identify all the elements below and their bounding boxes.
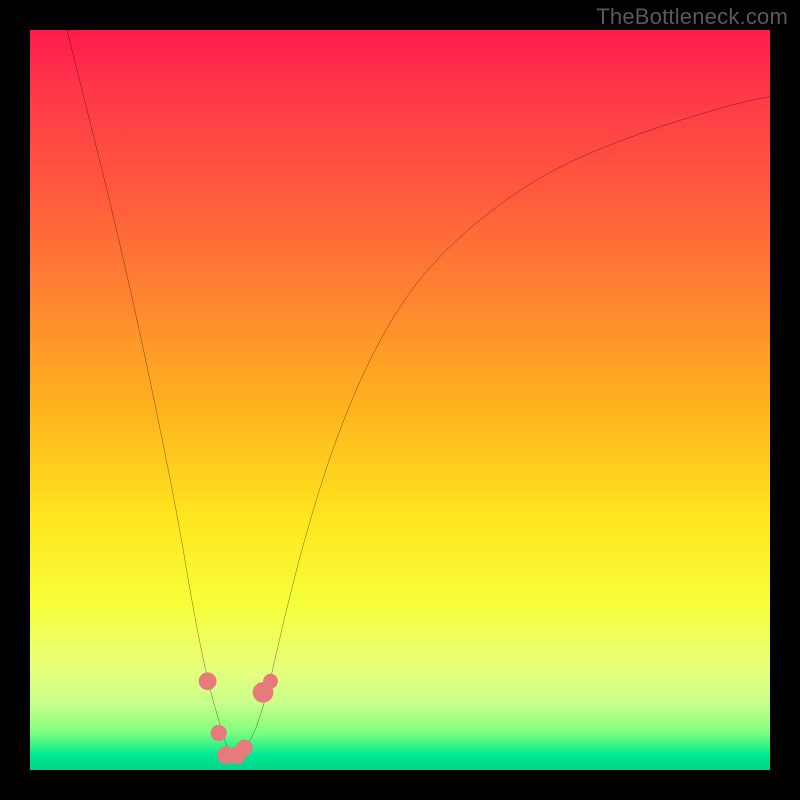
curve-marker: [199, 672, 217, 690]
plot-area: [30, 30, 770, 770]
curve-markers: [199, 672, 278, 764]
bottleneck-curve: [30, 30, 770, 770]
curve-marker: [263, 674, 278, 689]
chart-frame: TheBottleneck.com: [0, 0, 800, 800]
curve-line: [67, 30, 770, 755]
curve-marker: [236, 740, 252, 756]
curve-marker: [211, 725, 227, 741]
watermark-text: TheBottleneck.com: [596, 4, 788, 30]
